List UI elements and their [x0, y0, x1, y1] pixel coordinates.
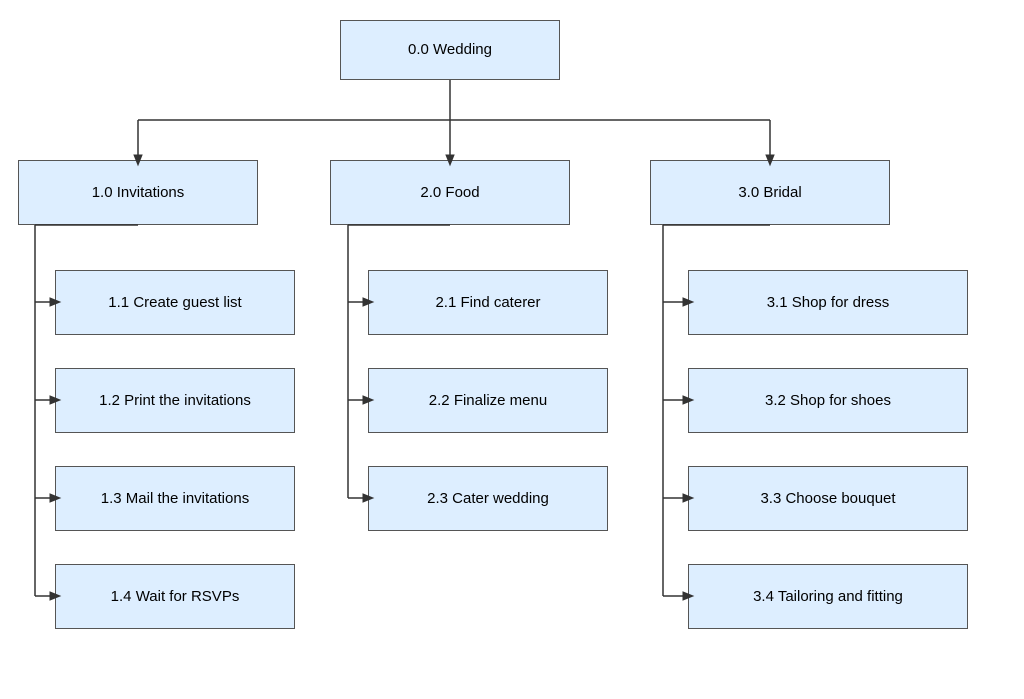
node-22: 2.2 Finalize menu [368, 368, 608, 433]
node-33: 3.3 Choose bouquet [688, 466, 968, 531]
wbs-diagram: 0.0 Wedding 1.0 Invitations 2.0 Food 3.0… [0, 0, 1024, 699]
node-21: 2.1 Find caterer [368, 270, 608, 335]
node-12: 1.2 Print the invitations [55, 368, 295, 433]
node-20: 2.0 Food [330, 160, 570, 225]
node-23: 2.3 Cater wedding [368, 466, 608, 531]
node-31: 3.1 Shop for dress [688, 270, 968, 335]
node-13: 1.3 Mail the invitations [55, 466, 295, 531]
node-32: 3.2 Shop for shoes [688, 368, 968, 433]
node-14: 1.4 Wait for RSVPs [55, 564, 295, 629]
node-10: 1.0 Invitations [18, 160, 258, 225]
node-30: 3.0 Bridal [650, 160, 890, 225]
node-root: 0.0 Wedding [340, 20, 560, 80]
node-34: 3.4 Tailoring and fitting [688, 564, 968, 629]
node-11: 1.1 Create guest list [55, 270, 295, 335]
